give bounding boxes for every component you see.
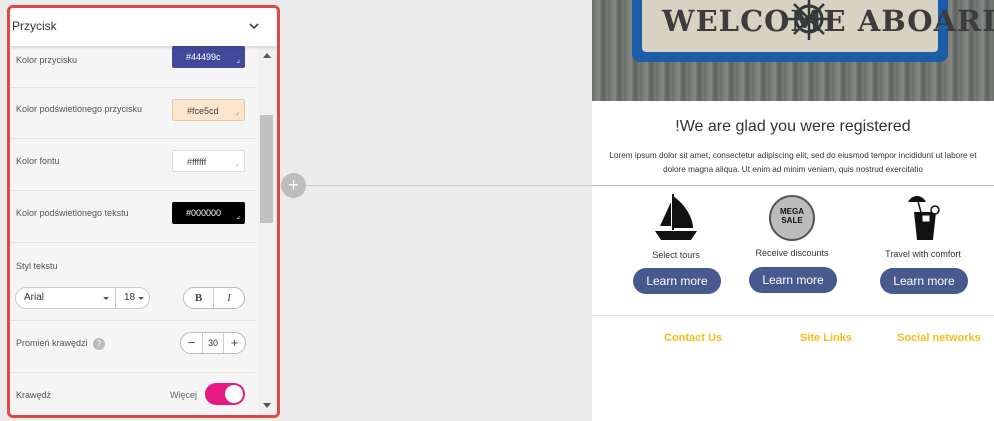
font-color-label: Kolor fontu bbox=[16, 156, 60, 166]
email-divider bbox=[592, 185, 994, 186]
font-size-select[interactable]: 18 bbox=[115, 287, 150, 309]
learn-more-button[interactable]: Learn more bbox=[880, 268, 968, 294]
format-buttons: B I bbox=[183, 287, 245, 310]
text-style-label: Styl tekstu bbox=[16, 261, 58, 271]
feature-caption: Receive discounts bbox=[755, 248, 829, 258]
panel-header[interactable]: Przycisk bbox=[10, 8, 277, 46]
border-row: Krawędź Więcej bbox=[10, 373, 255, 415]
hero-image: WELCOME ABOARD bbox=[592, 0, 994, 101]
decrement-button[interactable]: − bbox=[181, 333, 202, 353]
chevron-down-icon bbox=[103, 297, 109, 300]
text-style-row: Styl tekstu Arial 18 B I bbox=[10, 243, 255, 321]
text-hover-color-picker[interactable]: #000000 ⌟ bbox=[172, 202, 245, 224]
email-body-text: Lorem ipsum dolor sit amet, consectetur … bbox=[609, 151, 977, 174]
footer-link-site-links[interactable]: Site Links bbox=[800, 332, 852, 344]
scroll-up-arrow-icon[interactable] bbox=[263, 53, 271, 58]
badge-line-2: SALE bbox=[781, 216, 803, 225]
ship-wheel-icon bbox=[788, 0, 830, 40]
footer-link-contact[interactable]: Contact Us bbox=[664, 332, 722, 344]
footer-divider bbox=[592, 315, 994, 316]
button-hover-color-picker[interactable]: #fce5cd ⌟ bbox=[172, 99, 245, 121]
border-radius-stepper: − 30 + bbox=[180, 332, 246, 354]
button-color-label: Kolor przycisku bbox=[16, 55, 78, 65]
section-divider bbox=[280, 185, 592, 186]
text-hover-color-value: #000000 bbox=[186, 208, 222, 218]
feature-caption: Travel with comfort bbox=[885, 249, 961, 259]
border-radius-value[interactable]: 30 bbox=[202, 333, 224, 353]
learn-more-button[interactable]: Learn more bbox=[749, 267, 837, 293]
panel-scrollbar[interactable] bbox=[258, 46, 277, 415]
font-color-picker[interactable]: #ffffff ⌟ bbox=[172, 150, 245, 172]
border-label: Krawędź bbox=[16, 390, 52, 400]
scroll-down-arrow-icon[interactable] bbox=[263, 403, 271, 408]
footer-link-social[interactable]: Social networks bbox=[897, 332, 981, 344]
font-color-value: #ffffff bbox=[187, 157, 207, 167]
font-family-select[interactable]: Arial bbox=[15, 287, 116, 309]
picker-corner-icon: ⌟ bbox=[236, 211, 240, 220]
help-icon[interactable]: ? bbox=[93, 338, 105, 350]
button-hover-color-row: Kolor podświetlonego przycisku #fce5cd ⌟ bbox=[10, 88, 255, 139]
picker-corner-icon: ⌟ bbox=[235, 158, 239, 167]
increment-button[interactable]: + bbox=[224, 333, 245, 353]
chevron-down-icon[interactable] bbox=[247, 19, 261, 33]
picker-corner-icon: ⌟ bbox=[235, 107, 239, 116]
border-radius-label: Promień krawędzi bbox=[16, 338, 88, 348]
learn-more-button[interactable]: Learn more bbox=[633, 268, 721, 294]
button-settings-panel: Przycisk Kolor przycisku #44499c ⌟ Kolor… bbox=[7, 5, 280, 418]
sailboat-icon bbox=[655, 194, 697, 240]
text-hover-color-row: Kolor podświetlonego tekstu #000000 ⌟ bbox=[10, 191, 255, 243]
badge-line-1: MEGA bbox=[780, 207, 804, 216]
panel-title: Przycisk bbox=[12, 19, 57, 33]
border-more-label: Więcej bbox=[170, 390, 198, 400]
welcome-sign: WELCOME ABOARD bbox=[632, 0, 994, 62]
chevron-down-icon bbox=[138, 297, 144, 300]
font-family-value: Arial bbox=[24, 292, 45, 303]
button-hover-color-value: #fce5cd bbox=[187, 106, 219, 116]
button-color-row: Kolor przycisku #44499c ⌟ bbox=[10, 46, 255, 88]
button-hover-color-label: Kolor podświetlonego przycisku bbox=[16, 104, 143, 114]
mega-sale-badge-icon: MEGA SALE bbox=[769, 195, 815, 241]
bold-button[interactable]: B bbox=[184, 288, 214, 310]
scroll-thumb[interactable] bbox=[260, 115, 273, 223]
font-color-row: Kolor fontu #ffffff ⌟ bbox=[10, 139, 255, 191]
border-toggle[interactable] bbox=[205, 383, 245, 405]
email-title: !We are glad you were registered bbox=[675, 118, 911, 135]
picker-corner-icon: ⌟ bbox=[236, 55, 240, 64]
border-radius-row: Promień krawędzi ? − 30 + bbox=[10, 321, 255, 373]
button-color-value: #44499c bbox=[186, 52, 221, 62]
italic-button[interactable]: I bbox=[214, 288, 244, 310]
font-size-value: 18 bbox=[124, 292, 136, 303]
toggle-knob bbox=[225, 385, 243, 403]
email-preview: WELCOME ABOARD !We are glad you were reg… bbox=[592, 0, 994, 421]
add-block-button[interactable]: + bbox=[281, 173, 306, 198]
feature-caption: Select tours bbox=[652, 250, 700, 260]
button-color-picker[interactable]: #44499c ⌟ bbox=[172, 46, 245, 68]
cocktail-icon bbox=[908, 196, 940, 240]
text-hover-color-label: Kolor podświetlonego tekstu bbox=[16, 208, 129, 218]
